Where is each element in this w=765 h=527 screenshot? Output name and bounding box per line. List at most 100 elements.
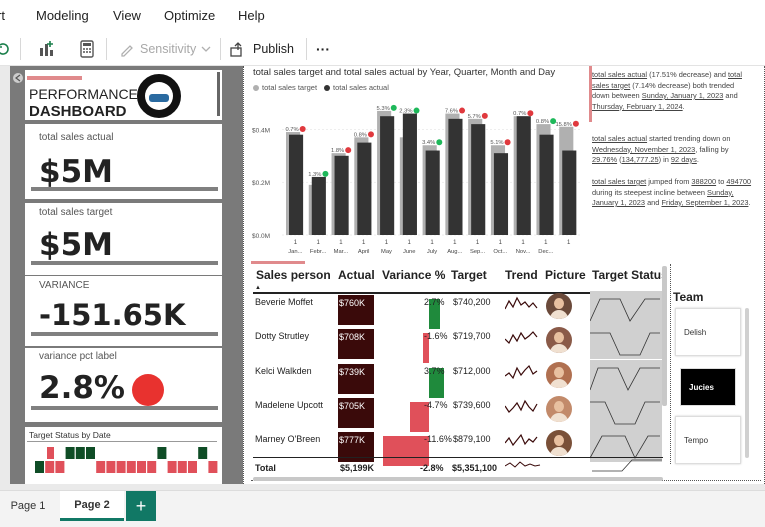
chart-title: total sales target and total sales actua… (253, 67, 556, 78)
data-label: 15.8% (555, 122, 571, 128)
publish-button[interactable]: Publish (229, 38, 294, 60)
variance-value: 3.7% (424, 366, 445, 376)
tab-page-1[interactable]: Page 1 (0, 491, 56, 521)
bar-actual (562, 150, 577, 235)
menu-item-optimize[interactable]: Optimize (164, 8, 215, 23)
data-label: 0.7% (285, 127, 298, 133)
kpi-value-actual: $5M (39, 154, 113, 190)
col-header-picture[interactable]: Picture (545, 268, 586, 282)
target-value: $879,100 (453, 434, 491, 444)
menu-item-modeling[interactable]: Modeling (36, 8, 89, 23)
company-logo (137, 74, 181, 118)
sales-person-name: Madelene Upcott (255, 400, 324, 410)
refresh-icon[interactable] (0, 38, 12, 60)
kpi-value-variance: -151.65K (39, 298, 186, 332)
status-cell (106, 461, 116, 473)
total-label: Total (255, 463, 276, 473)
status-cell (177, 461, 187, 473)
legend-target: total sales target (262, 83, 318, 92)
bar-actual (471, 124, 486, 235)
team-option-delish[interactable]: Delish (675, 308, 741, 356)
sales-person-name: Beverie Moffet (255, 297, 313, 307)
data-label: 5.3% (377, 106, 390, 112)
menu-item-insert[interactable]: rt (0, 8, 5, 23)
variance-value: -4.7% (424, 400, 448, 410)
publish-icon (230, 42, 242, 57)
status-cell (55, 461, 65, 473)
sensitivity-button[interactable]: Sensitivity (118, 38, 212, 60)
x-tick-label: 1 (294, 240, 298, 246)
narrative-text: jumped from (646, 177, 692, 186)
x-tick-label: Aug... (447, 249, 463, 255)
data-label: 5.7% (468, 114, 481, 120)
sales-person-name: Marney O'Breen (255, 434, 321, 444)
sales-person-avatar (546, 362, 572, 388)
narrative-highlight: total sales target (592, 177, 647, 186)
target-status-card: Target Status by Date (25, 427, 222, 484)
variance-dot (345, 147, 352, 154)
status-cell (96, 461, 106, 473)
col-header-actual[interactable]: Actual (338, 268, 375, 282)
col-header-sales-person[interactable]: Sales person (256, 268, 331, 282)
data-label: 1.8% (331, 148, 344, 154)
back-arrow-icon[interactable] (12, 72, 24, 84)
variance-value: -11.6% (424, 434, 452, 444)
slicer-scrollbar[interactable] (745, 308, 749, 458)
title-card: PERFORMANCE DASHBOARD (25, 70, 222, 120)
narrative-highlight: Wednesday, November 1, 2023 (592, 144, 696, 154)
narrative-paragraph-2: total sales actual started trending down… (592, 134, 752, 166)
team-option-jucies[interactable]: Jucies (680, 368, 736, 406)
kpi-value-variance-pct: 2.8% (39, 370, 125, 406)
target-value: $712,000 (453, 366, 491, 376)
calculator-icon[interactable] (79, 38, 95, 60)
narrative-text: started trending down on (647, 134, 731, 143)
narrative-highlight: Friday, September 1, 2023 (661, 198, 749, 207)
status-cell (35, 461, 44, 473)
trend-sparkline (505, 331, 538, 345)
col-header-target[interactable]: Target (451, 268, 487, 282)
more-options-button[interactable]: ··· (316, 38, 330, 60)
team-option-tempo[interactable]: Tempo (675, 416, 741, 464)
bar-actual (289, 134, 304, 235)
bar-actual (425, 150, 440, 235)
trend-sparkline (505, 296, 538, 310)
actual-cell: $705K (338, 398, 374, 428)
variance-dot (459, 107, 466, 114)
data-label: 0.8% (354, 132, 367, 138)
narrative-highlight: 134,777.25 (621, 155, 659, 164)
narrative-highlight: 494700 (726, 177, 752, 186)
col-header-variance[interactable]: Variance % (382, 268, 445, 282)
narrative-text: , falling by (695, 144, 729, 154)
bar-actual (380, 116, 395, 235)
col-header-target-status[interactable]: Target Status (592, 268, 662, 282)
col-header-trend[interactable]: Trend (505, 268, 538, 282)
data-label: 0.7% (513, 111, 526, 117)
table-vertical-scrollbar[interactable] (662, 266, 667, 406)
new-visual-icon[interactable] (36, 38, 56, 60)
kpi-sidebar: PERFORMANCE DASHBOARD total sales actual… (10, 66, 243, 484)
variance-dot (390, 104, 397, 111)
status-indicator-circle (132, 374, 164, 406)
variance-dot (322, 170, 329, 177)
add-page-button[interactable]: + (126, 491, 156, 521)
status-cell (65, 447, 75, 459)
sort-arrow-icon[interactable]: ▲ (255, 285, 261, 291)
status-cell (188, 461, 197, 473)
total-trend-sparkline (505, 461, 541, 468)
tab-page-2[interactable]: Page 2 (60, 491, 124, 521)
chart-legend: total sales target total sales actual (253, 83, 389, 92)
status-cell (86, 447, 95, 459)
y-tick-label: $0.4M (252, 127, 270, 134)
chevron-down-icon (201, 46, 211, 52)
table-horizontal-scrollbar[interactable] (253, 477, 663, 481)
bar-actual (516, 116, 531, 235)
menu-item-view[interactable]: View (113, 8, 141, 23)
trend-sparkline (505, 364, 538, 380)
variance-dot (299, 126, 306, 133)
menu-item-help[interactable]: Help (238, 8, 265, 23)
target-value: $740,200 (453, 297, 491, 307)
sales-person-name: Kelci Walkden (255, 366, 312, 376)
x-tick-label: July (427, 249, 437, 255)
x-tick-label: 1 (521, 240, 525, 246)
x-tick-label: 1 (408, 240, 412, 246)
